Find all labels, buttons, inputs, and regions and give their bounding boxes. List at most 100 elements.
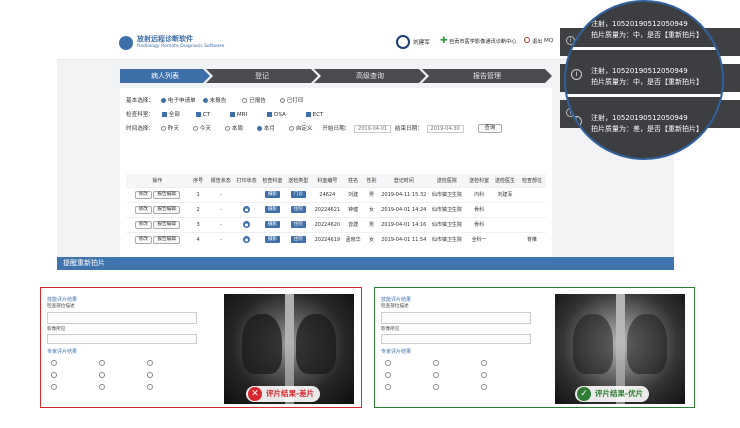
form-option[interactable] (481, 360, 489, 367)
notification-text: 拍片质量为：中，是否【重新拍片】 (591, 31, 703, 39)
form-option[interactable] (99, 360, 107, 367)
cell-part (517, 186, 546, 202)
row-actions: 修改 报告编辑 (126, 231, 189, 247)
form-options-row[interactable] (47, 334, 197, 344)
modality-filter-row: 检查科室： 全部 CT MRI DSA ECT (126, 110, 323, 120)
review-form: 技能评片结果 检查部位描述 影像所见 专家评片结果 (377, 290, 537, 405)
cell-part (517, 216, 546, 232)
tab-advanced-search[interactable]: 高级查询 (314, 69, 426, 83)
table-row[interactable]: 修改 报告编辑 2 - ● 摄影 住院 20224621 钟健 女 2019-0… (126, 201, 546, 217)
tab-patient-list[interactable]: 病人列表 (120, 69, 210, 83)
cell-part: 脊椎 (517, 231, 546, 247)
end-date-input[interactable]: 2019-04-30 (426, 124, 464, 133)
bad-result-badge: ✕ 评片结果-差片 (246, 386, 321, 402)
form-option[interactable] (433, 384, 441, 391)
form-option[interactable] (385, 360, 393, 367)
table-row[interactable]: 修改 报告编辑 3 - ● 摄影 住院 20224620 曾建 男 2019-0… (126, 216, 546, 232)
form-option[interactable] (51, 360, 59, 367)
form-option[interactable] (147, 360, 155, 367)
logout-link[interactable]: 退出 (532, 38, 542, 45)
cell-modality: 摄影 (259, 186, 286, 202)
cell-part (517, 201, 546, 217)
cell-name: 钟健 (343, 201, 363, 217)
radio-reported[interactable] (242, 98, 248, 103)
logout-icon[interactable] (524, 37, 530, 43)
form-option[interactable] (51, 384, 59, 391)
checkbox-dsa[interactable] (267, 112, 273, 117)
query-button[interactable]: 查询 (477, 124, 503, 133)
mq-label[interactable]: MQ (544, 38, 553, 44)
bad-result-label: 评片结果-差片 (266, 389, 315, 398)
col-header: 操作 (126, 174, 189, 187)
checkbox-all[interactable] (161, 112, 167, 117)
cell-no: 1 (188, 186, 208, 202)
form-textarea[interactable] (381, 312, 531, 324)
col-header: 送检医生 (492, 174, 518, 187)
zoom-notification[interactable]: i 注射，10520190512050949 拍片质量为：中，是否【重新拍片】 (566, 59, 722, 97)
radio-this-month[interactable] (256, 126, 262, 131)
cell-time: 2019-04-01 14:16 (380, 216, 428, 232)
modify-button[interactable]: 修改 (134, 235, 152, 244)
form-option[interactable] (433, 372, 441, 379)
cell-dept: 骨科 (466, 216, 493, 232)
radio-unreported[interactable] (202, 98, 208, 103)
modify-button[interactable]: 修改 (134, 220, 152, 229)
row-actions: 修改 报告编辑 (126, 186, 189, 202)
cell-type: 住院 (285, 201, 312, 217)
table-row[interactable]: 修改 报告编辑 1 - 摄影 门诊 24624 刘建 男 2019-04-11 … (126, 186, 546, 202)
report-edit-button[interactable]: 报告编辑 (153, 220, 180, 229)
zoom-notification[interactable]: i 注射，10520190512050949 拍片质量为：中，是否【重新拍片】 (566, 12, 722, 50)
radio-custom[interactable] (288, 126, 294, 131)
form-option[interactable] (99, 372, 107, 379)
modality-badge: 摄影 (264, 206, 281, 213)
cell-dept: 内科 (466, 186, 493, 202)
checkbox-ect[interactable] (305, 112, 311, 117)
end-date-label: 结束日期： (394, 126, 423, 132)
report-edit-button[interactable]: 报告编辑 (153, 205, 180, 214)
form-option[interactable] (147, 372, 155, 379)
modify-button[interactable]: 修改 (134, 190, 152, 199)
form-option[interactable] (385, 372, 393, 379)
table-row[interactable]: 修改 报告编辑 4 - ● 摄影 住院 20224619 孟晓华 女 2019-… (126, 231, 546, 247)
form-option[interactable] (433, 360, 441, 367)
form-textarea[interactable] (47, 312, 197, 324)
col-header: 检查科室 (259, 174, 286, 187)
start-date-input[interactable]: 2019-04-01 (354, 124, 392, 133)
radio-yesterday[interactable] (160, 126, 166, 131)
form-option[interactable] (385, 384, 393, 391)
radio-this-week[interactable] (224, 126, 230, 131)
user-name[interactable]: 刘建军 (413, 38, 430, 46)
form-option[interactable] (481, 384, 489, 391)
col-header: 检查部位 (517, 174, 546, 187)
good-result-icon: ✓ (577, 387, 591, 401)
col-header: 性别 (362, 174, 381, 187)
modify-button[interactable]: 修改 (134, 205, 152, 214)
zoom-notification[interactable]: i 注射，10520190512050949 拍片质量为：差，是否【重新拍片】 (566, 106, 722, 144)
cell-hospital: 仙市镇卫生院 (427, 231, 467, 247)
checkbox-ct[interactable] (195, 112, 201, 117)
cell-time: 2019-04-01 14:24 (380, 201, 428, 217)
form-option[interactable] (99, 384, 107, 391)
radio-e-request[interactable] (160, 98, 166, 103)
tab-register[interactable]: 登记 (206, 69, 318, 83)
radio-printed[interactable] (279, 98, 285, 103)
type-badge: 住院 (290, 236, 306, 244)
report-edit-button[interactable]: 报告编辑 (153, 190, 180, 199)
notification-title: 注射，10520190512050949 (591, 114, 688, 122)
tab-report-manage[interactable]: 报告管理 (422, 69, 552, 83)
form-option[interactable] (51, 372, 59, 379)
form-options-row[interactable] (381, 334, 531, 344)
radio-label: 今天 (199, 126, 211, 132)
form-field-label: 影像所见 (47, 327, 66, 332)
checkbox-mri[interactable] (229, 112, 235, 117)
bad-result-icon: ✕ (248, 387, 262, 401)
form-option[interactable] (481, 372, 489, 379)
cell-name: 孟晓华 (343, 231, 363, 247)
cell-print: ● (233, 216, 260, 232)
report-edit-button[interactable]: 报告编辑 (153, 235, 180, 244)
form-option[interactable] (147, 384, 155, 391)
cell-hospital: 仙市镇卫生院 (427, 201, 467, 217)
cell-id: 20224620 (311, 216, 344, 232)
radio-today[interactable] (192, 126, 198, 131)
basic-filter-row: 基本选择： 电子申请单 未报告 已报告 已打印 (126, 96, 303, 106)
